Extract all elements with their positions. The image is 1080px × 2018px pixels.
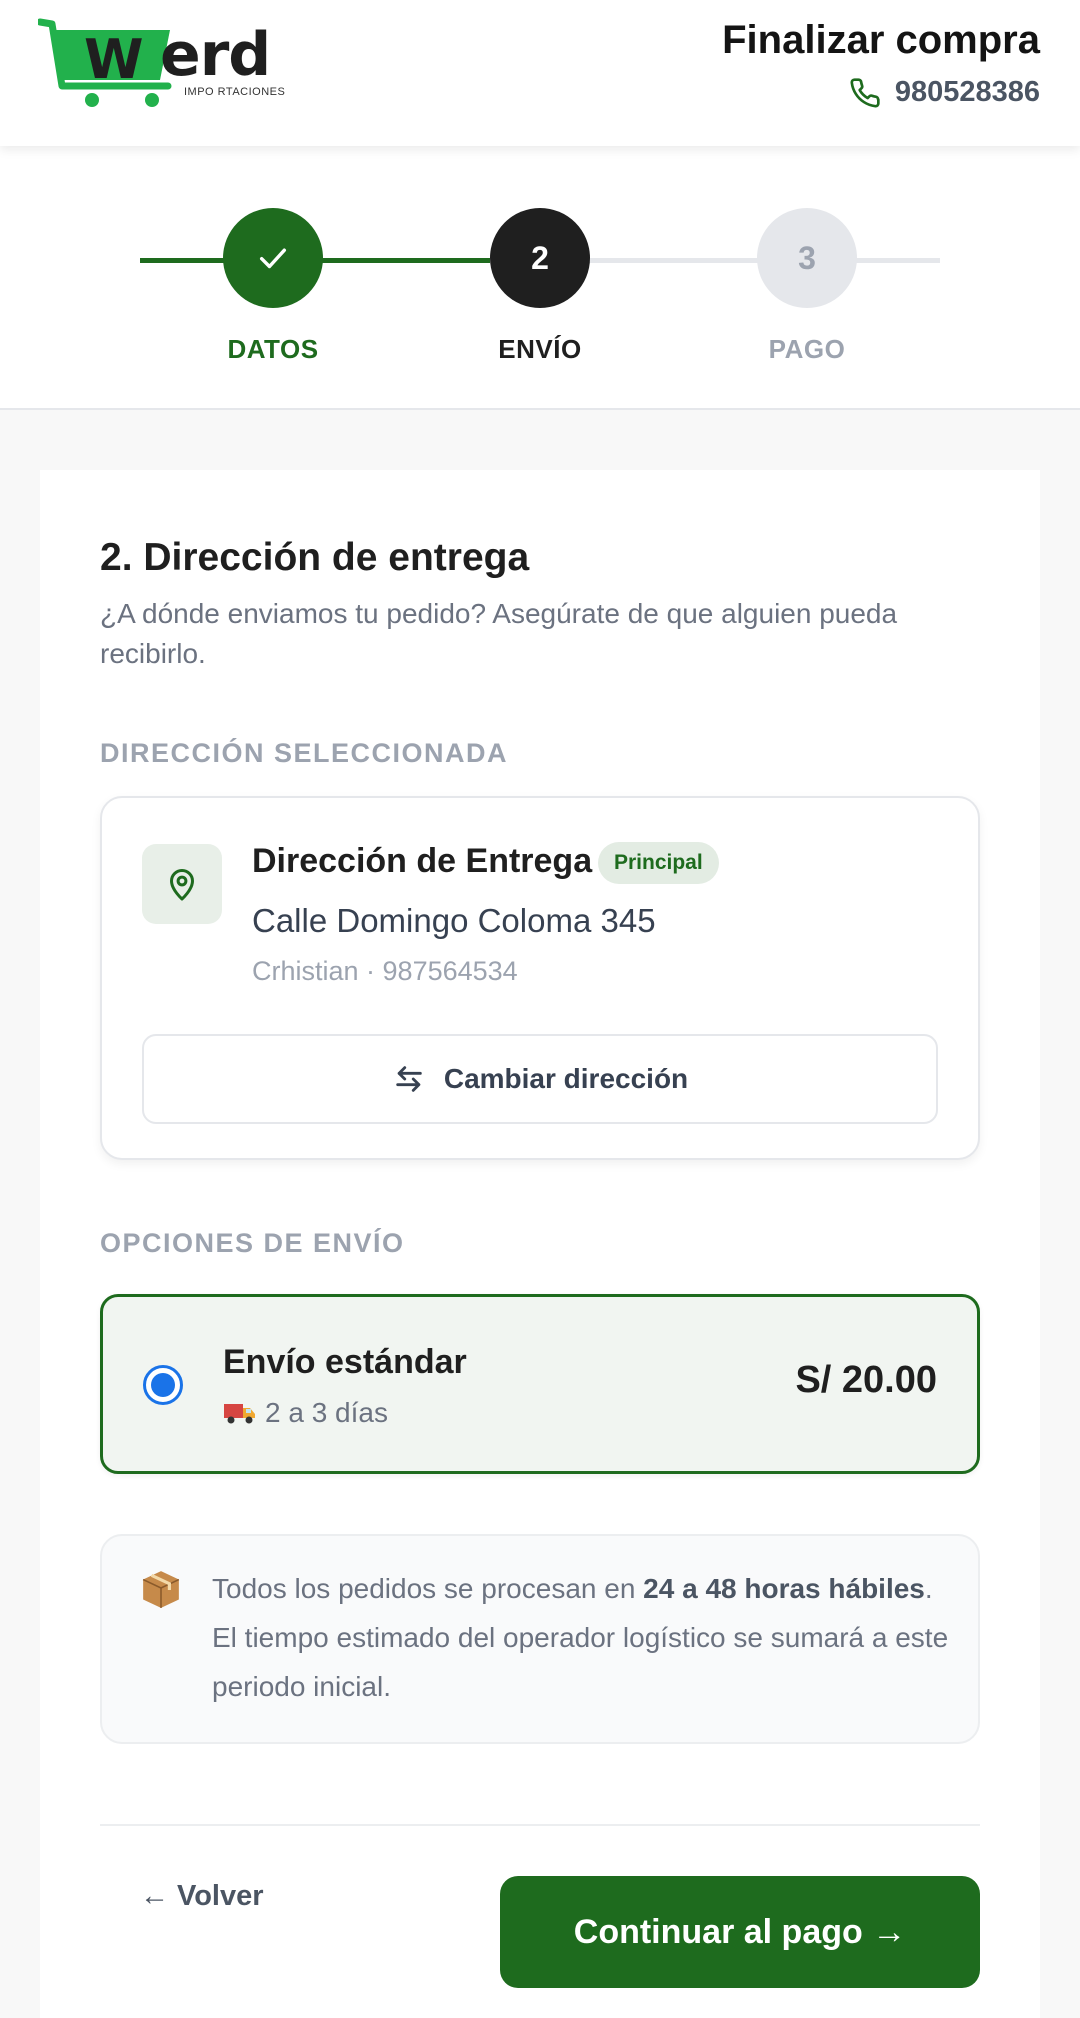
address-street: Calle Domingo Coloma 345: [252, 902, 656, 939]
phone-contact[interactable]: 980528386: [849, 76, 1040, 109]
shipping-option-standard[interactable]: Envío estándar 2 a 3 días S/ 20.00: [100, 1294, 980, 1474]
selected-address-label: DIRECCIÓN SELECCIONADA: [100, 738, 509, 768]
phone-icon: [850, 77, 880, 108]
phone-number: 980528386: [894, 76, 1040, 108]
radio-selected-dot: [151, 1373, 175, 1397]
shipping-days-text: 2 a 3 días: [265, 1397, 388, 1428]
shipping-option-name: Envío estándar: [223, 1343, 467, 1381]
logo-subtitle: IMPO RTACIONES: [184, 86, 286, 98]
logo-text: erd: [160, 20, 271, 90]
step-2-label: ENVÍO: [498, 334, 582, 364]
info-text-bold: 24 a 48 horas hábiles: [643, 1573, 925, 1604]
package-icon: [142, 1571, 180, 1608]
selected-address-card: Dirección de Entrega Principal Calle Dom…: [100, 796, 980, 1160]
logo-w: W: [84, 28, 144, 91]
principal-badge: Principal: [598, 842, 719, 884]
swap-arrows-icon: [396, 1066, 422, 1092]
shipping-option-days: 2 a 3 días: [223, 1397, 388, 1429]
checkout-stepper: 2 3 DATOS ENVÍO PAGO: [0, 146, 1080, 410]
step-1-circle: [223, 208, 323, 308]
back-label: Volver: [177, 1880, 264, 1912]
step-1-label: DATOS: [227, 334, 319, 364]
logo[interactable]: W erd IMPO RTACIONES: [36, 18, 298, 110]
check-icon: [259, 248, 287, 269]
progress-line-pending: [540, 258, 940, 263]
section-title: 2. Dirección de entrega: [100, 536, 530, 579]
shipping-options-label: OPCIONES DE ENVÍO: [100, 1228, 405, 1258]
address-contact: Crhistian · 987564534: [252, 956, 518, 986]
actions-divider: [100, 1824, 980, 1826]
shipping-option-price: S/ 20.00: [795, 1359, 937, 1401]
checkout-card: 2. Dirección de entrega ¿A dónde enviamo…: [40, 470, 1040, 2018]
step-3-circle: 3: [757, 208, 857, 308]
location-pin-icon: [142, 844, 222, 924]
section-subtitle: ¿A dónde enviamos tu pedido? Asegúrate d…: [100, 598, 898, 669]
step-3-label: PAGO: [768, 334, 846, 364]
step-2-circle: 2: [490, 208, 590, 308]
processing-info-box: Todos los pedidos se procesan en 24 a 48…: [100, 1534, 980, 1744]
back-button[interactable]: ← Volver: [140, 1880, 264, 1913]
processing-info-text: Todos los pedidos se procesan en 24 a 48…: [212, 1564, 952, 1711]
shipping-radio[interactable]: [143, 1365, 183, 1405]
info-text-start: Todos los pedidos se procesan en: [212, 1573, 644, 1604]
back-arrow-icon: ←: [140, 1880, 169, 1912]
address-title: Dirección de Entrega: [252, 842, 593, 880]
continue-to-payment-button[interactable]: Continuar al pago →: [500, 1876, 980, 1988]
change-address-button[interactable]: Cambiar dirección: [142, 1034, 938, 1124]
page-title: Finalizar compra: [722, 18, 1040, 62]
truck-icon: [224, 1404, 255, 1424]
header: W erd IMPO RTACIONES Finalizar compra 98…: [0, 0, 1080, 146]
change-address-label: Cambiar dirección: [443, 1063, 689, 1094]
